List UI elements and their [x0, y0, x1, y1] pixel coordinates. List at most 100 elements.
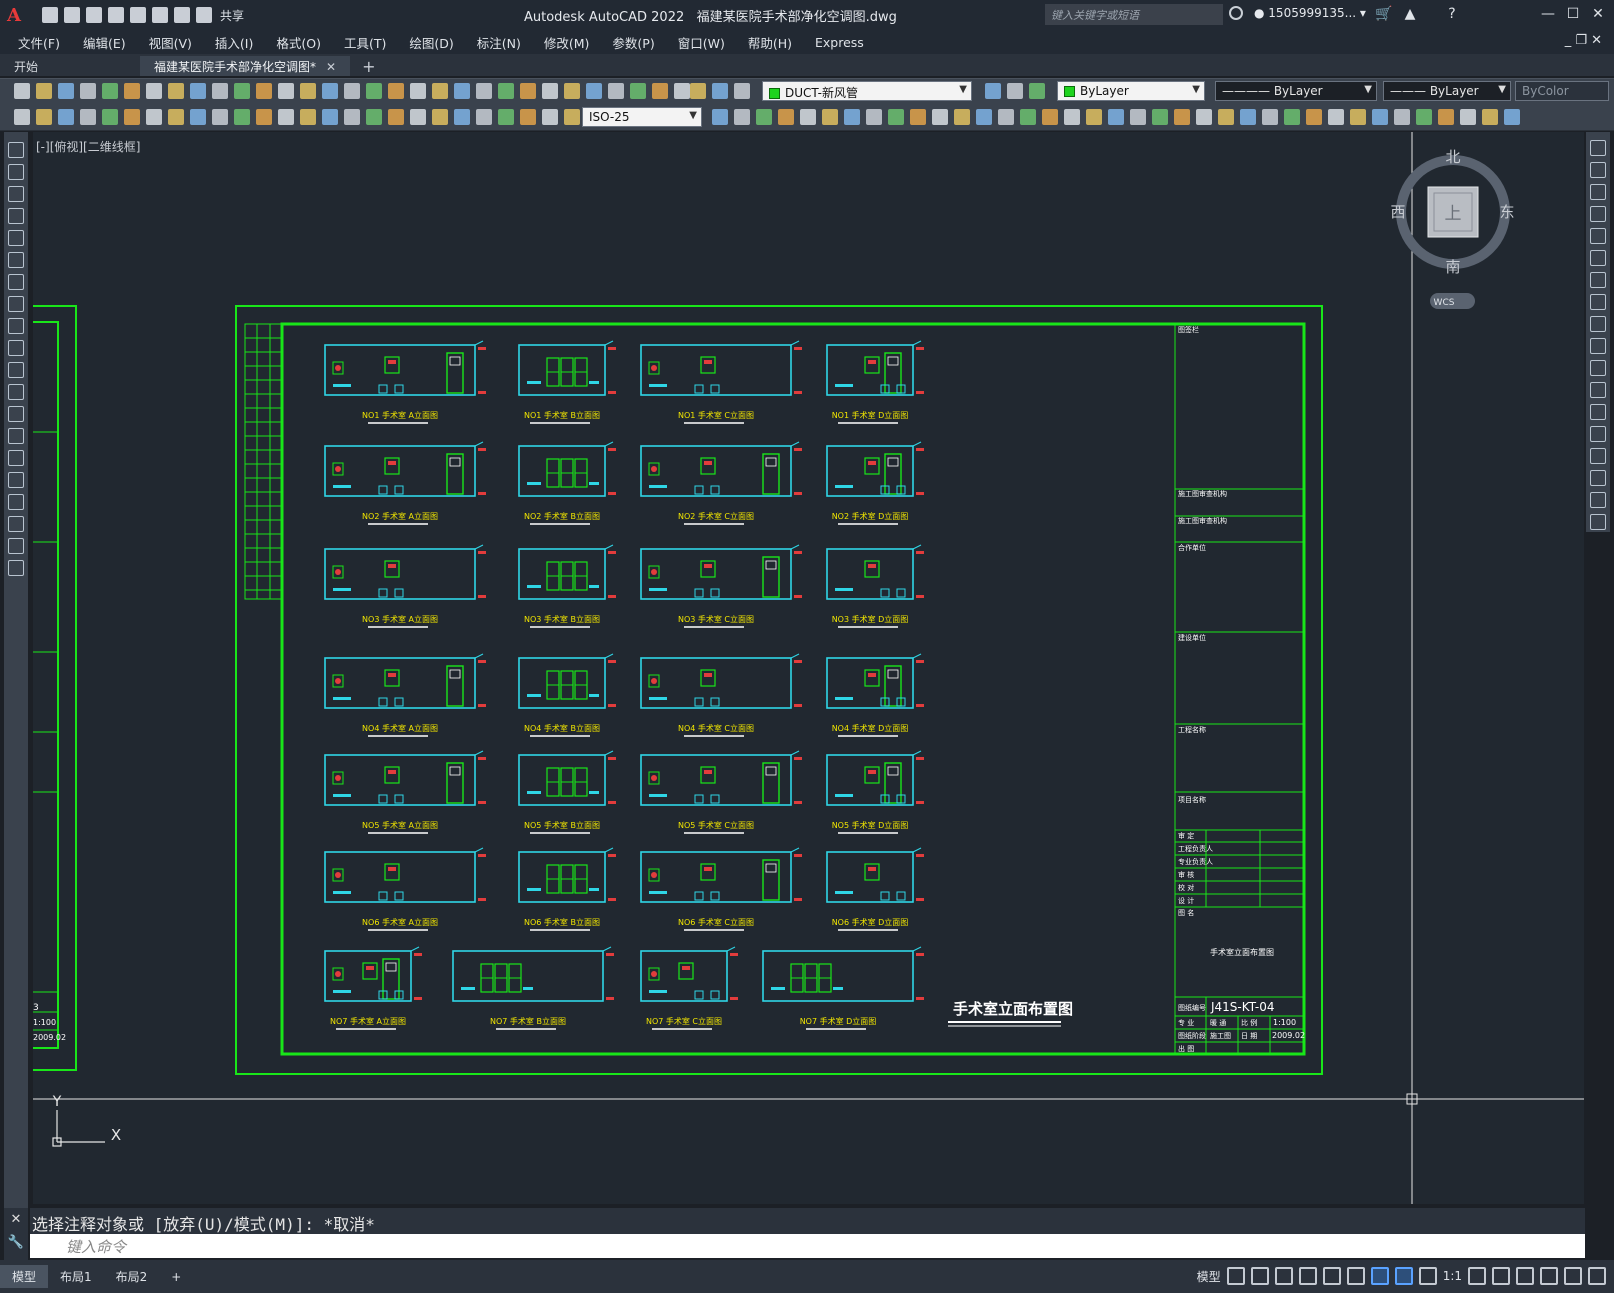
open-file-icon[interactable]	[64, 7, 80, 23]
toolbar-tool-icon[interactable]	[800, 109, 816, 125]
layer-dropdown[interactable]: DUCT-新风管 ▼	[762, 81, 972, 101]
draw-tool-icon[interactable]	[8, 384, 24, 400]
toolbar-tool-icon[interactable]	[1020, 109, 1036, 125]
toolbar-tool-icon[interactable]	[712, 109, 728, 125]
toolbar-tool-icon[interactable]	[1438, 109, 1454, 125]
maximize-icon[interactable]: ☐	[1565, 6, 1581, 22]
toolbar-tool-icon[interactable]	[80, 83, 96, 99]
toolbar-tool-icon[interactable]	[734, 109, 750, 125]
menu-help[interactable]: 帮助(H)	[748, 33, 792, 52]
toolbar-tool-icon[interactable]	[454, 83, 470, 99]
toolbar-tool-icon[interactable]	[1196, 109, 1212, 125]
modify-tool-icon[interactable]	[1590, 272, 1606, 288]
toolbar-tool-icon[interactable]	[388, 83, 404, 99]
toolbar-tool-icon[interactable]	[542, 109, 558, 125]
search-input[interactable]: 键入关键字或短语	[1045, 4, 1223, 25]
draw-tool-icon[interactable]	[8, 230, 24, 246]
draw-tool-icon[interactable]	[8, 560, 24, 576]
modify-tool-icon[interactable]	[1590, 514, 1606, 530]
toolbar-tool-icon[interactable]	[954, 109, 970, 125]
lineweight-dropdown[interactable]: ——— ByLayer ▼	[1383, 81, 1511, 101]
toolbar-tool-icon[interactable]	[674, 83, 690, 99]
modify-tool-icon[interactable]	[1590, 426, 1606, 442]
toolbar-tool-icon[interactable]	[976, 109, 992, 125]
toolbar-tool-icon[interactable]	[58, 109, 74, 125]
draw-tool-icon[interactable]	[8, 318, 24, 334]
toolbar-tool-icon[interactable]	[146, 83, 162, 99]
toolbar-tool-icon[interactable]	[910, 109, 926, 125]
toolbar-tool-icon[interactable]	[586, 83, 602, 99]
toolbar-tool-icon[interactable]	[1460, 109, 1476, 125]
toolbar-tool-icon[interactable]	[1328, 109, 1344, 125]
toolbar-tool-icon[interactable]	[1174, 109, 1190, 125]
new-tab-button[interactable]: +	[362, 58, 375, 76]
toolbar-tool-icon[interactable]	[124, 83, 140, 99]
toolbar-tool-icon[interactable]	[454, 109, 470, 125]
toolbar-tool-icon[interactable]	[36, 83, 52, 99]
toolbar-tool-icon[interactable]	[366, 83, 382, 99]
undo-icon[interactable]	[174, 7, 190, 23]
toolbar-tool-icon[interactable]	[14, 109, 30, 125]
menu-tools[interactable]: 工具(T)	[344, 33, 386, 52]
wcs-label[interactable]: WCS	[1434, 298, 1455, 308]
toolbar-tool-icon[interactable]	[844, 109, 860, 125]
menu-view[interactable]: 视图(V)	[149, 33, 192, 52]
toolbar-tool-icon[interactable]	[1350, 109, 1366, 125]
modify-tool-icon[interactable]	[1590, 228, 1606, 244]
draw-tool-icon[interactable]	[8, 296, 24, 312]
toolbar-tool-icon[interactable]	[822, 109, 838, 125]
document-window-controls[interactable]: _ ❐ ✕	[1565, 33, 1602, 48]
toolbar-tool-icon[interactable]	[1007, 83, 1023, 99]
cart-icon[interactable]: 🛒	[1375, 6, 1392, 22]
toolbar-tool-icon[interactable]	[690, 83, 706, 99]
lineweight-icon[interactable]	[1370, 1267, 1389, 1285]
viewcube-north[interactable]: 北	[1445, 148, 1460, 166]
toolbar-tool-icon[interactable]	[36, 109, 52, 125]
toolbar-tool-icon[interactable]	[212, 109, 228, 125]
viewcube-west[interactable]: 西	[1390, 203, 1405, 221]
draw-tool-icon[interactable]	[8, 516, 24, 532]
toolbar-tool-icon[interactable]	[102, 83, 118, 99]
toolbar-tool-icon[interactable]	[388, 109, 404, 125]
modify-tool-icon[interactable]	[1590, 162, 1606, 178]
grid-icon[interactable]	[1226, 1267, 1245, 1285]
toolbar-tool-icon[interactable]	[652, 83, 668, 99]
toolbar-tool-icon[interactable]	[256, 109, 272, 125]
toolbar-tool-icon[interactable]	[80, 109, 96, 125]
menu-dimension[interactable]: 标注(N)	[477, 33, 521, 52]
toolbar-tool-icon[interactable]	[168, 109, 184, 125]
draw-tool-icon[interactable]	[8, 186, 24, 202]
menu-insert[interactable]: 插入(I)	[215, 33, 253, 52]
new-file-icon[interactable]	[42, 7, 58, 23]
toolbar-tool-icon[interactable]	[168, 83, 184, 99]
toolbar-tool-icon[interactable]	[1086, 109, 1102, 125]
toolbar-tool-icon[interactable]	[866, 109, 882, 125]
draw-tool-icon[interactable]	[8, 274, 24, 290]
close-window-icon[interactable]: ✕	[1590, 6, 1606, 22]
modify-tool-icon[interactable]	[1590, 382, 1606, 398]
toolbar-tool-icon[interactable]	[1262, 109, 1278, 125]
annotation-visibility-icon[interactable]	[1394, 1267, 1413, 1285]
isolate-objects-icon[interactable]	[1516, 1267, 1534, 1285]
hardware-acceleration-icon[interactable]	[1540, 1267, 1558, 1285]
draw-tool-icon[interactable]	[8, 340, 24, 356]
toolbar-tool-icon[interactable]	[476, 83, 492, 99]
menu-modify[interactable]: 修改(M)	[544, 33, 590, 52]
toolbar-tool-icon[interactable]	[1482, 109, 1498, 125]
toolbar-tool-icon[interactable]	[102, 109, 118, 125]
toolbar-tool-icon[interactable]	[1152, 109, 1168, 125]
toolbar-tool-icon[interactable]	[630, 83, 646, 99]
draw-tool-icon[interactable]	[8, 164, 24, 180]
toolbar-tool-icon[interactable]	[985, 83, 1001, 99]
snap-icon[interactable]	[1250, 1267, 1269, 1285]
tab-drawing[interactable]: 福建某医院手术部净化空调图* ✕	[140, 56, 351, 76]
toolbar-tool-icon[interactable]	[234, 109, 250, 125]
toolbar-tool-icon[interactable]	[712, 83, 728, 99]
annotation-autoscale-icon[interactable]	[1418, 1267, 1437, 1285]
isodraft-icon[interactable]	[1322, 1267, 1341, 1285]
modify-tool-icon[interactable]	[1590, 470, 1606, 486]
draw-tool-icon[interactable]	[8, 252, 24, 268]
autocad-logo-icon[interactable]: A	[0, 0, 28, 30]
viewcube-east[interactable]: 东	[1499, 203, 1514, 221]
toolbar-tool-icon[interactable]	[300, 83, 316, 99]
